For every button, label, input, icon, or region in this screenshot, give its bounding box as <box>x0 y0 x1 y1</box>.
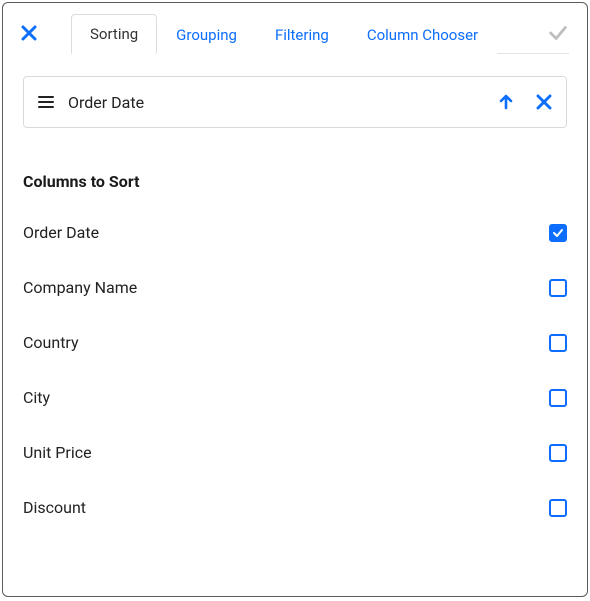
drag-handle-icon[interactable] <box>38 96 54 108</box>
column-item: City <box>23 370 567 425</box>
column-item: Country <box>23 315 567 370</box>
column-checkbox[interactable] <box>549 334 567 352</box>
sort-direction-icon[interactable] <box>498 94 514 110</box>
column-label: Company Name <box>23 278 549 297</box>
tab-sorting[interactable]: Sorting <box>71 14 157 54</box>
column-checkbox[interactable] <box>549 389 567 407</box>
close-icon[interactable] <box>21 25 53 41</box>
column-checkbox[interactable] <box>549 444 567 462</box>
column-label: Order Date <box>23 223 549 242</box>
column-checkbox[interactable] <box>549 224 567 242</box>
column-item: Unit Price <box>23 425 567 480</box>
column-label: Discount <box>23 498 549 517</box>
content-area: Order Date Columns to Sort Order Date Com… <box>3 54 587 596</box>
column-checkbox[interactable] <box>549 279 567 297</box>
tab-column-chooser[interactable]: Column Chooser <box>348 15 497 54</box>
column-checkbox[interactable] <box>549 499 567 517</box>
remove-sort-icon[interactable] <box>536 94 552 110</box>
column-item: Company Name <box>23 260 567 315</box>
confirm-check-icon[interactable] <box>547 22 569 44</box>
column-label: Country <box>23 333 549 352</box>
column-item: Discount <box>23 480 567 535</box>
column-label: Unit Price <box>23 443 549 462</box>
active-sort-row: Order Date <box>23 76 567 128</box>
tab-filtering[interactable]: Filtering <box>256 15 348 54</box>
active-sort-label: Order Date <box>68 93 484 112</box>
column-item: Order Date <box>23 205 567 260</box>
tab-grouping[interactable]: Grouping <box>157 15 256 54</box>
tabs-container: Sorting Grouping Filtering Column Choose… <box>71 13 497 53</box>
tab-bar: Sorting Grouping Filtering Column Choose… <box>3 3 587 53</box>
column-label: City <box>23 388 549 407</box>
columns-to-sort-heading: Columns to Sort <box>23 172 567 191</box>
columns-list: Order Date Company Name Country City Unit Pr… <box>23 205 567 535</box>
sort-settings-panel: Sorting Grouping Filtering Column Choose… <box>2 2 588 597</box>
